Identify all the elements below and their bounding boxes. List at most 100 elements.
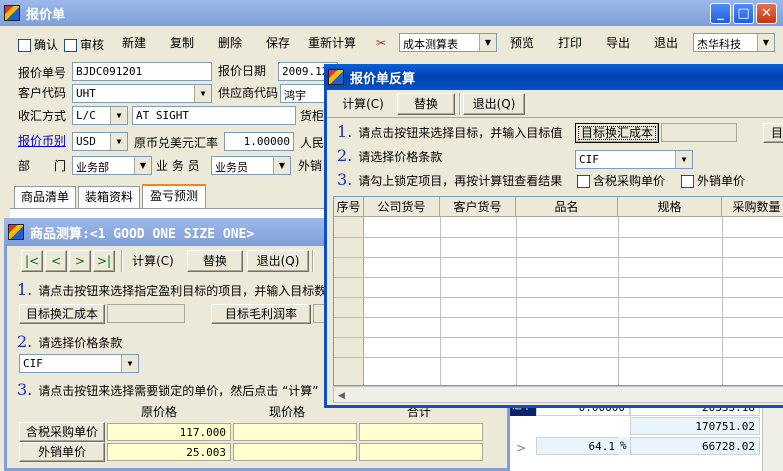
delete-button[interactable]: 删除 [210,32,250,54]
copy-button[interactable]: 复制 [162,32,202,54]
replace-button[interactable]: 替换 [397,93,455,115]
rate-label: 原币兑美元汇率 [134,136,219,150]
recalc-button[interactable]: 重新计算 [304,32,360,54]
preview-button[interactable]: 预览 [502,32,542,54]
target-button[interactable]: 目标 [763,123,783,143]
app-icon [4,5,20,21]
col-header-name[interactable]: 品名 [516,197,618,217]
step-2: 2. 请选择价格条款 [17,332,123,351]
chevron-down-icon: ▼ [121,355,138,372]
payment-terms-field[interactable]: AT SIGHT [132,106,296,125]
grid-line [334,317,783,318]
target-cost-button[interactable]: 目标换汇成本 [19,304,105,324]
last-record-button[interactable]: >| [93,250,115,272]
value-cell: 66728.02 [630,437,760,455]
rmb-label: 人民 [300,136,325,150]
target-cost-field[interactable] [661,123,737,142]
step-3: 3. 请勾上锁定项目，再按计算钮查看结果 [337,170,563,189]
rate-field[interactable]: 1.00000 [224,132,294,151]
scroll-left-icon[interactable]: ◀ [334,391,345,401]
customer-field[interactable]: UHT ▼ [72,84,212,103]
col-current-price: 现价格 [269,405,306,419]
product-title: 商品测算:<1 GOOD ONE SIZE ONE> [30,226,255,242]
col-header-seq[interactable]: 序号 [334,197,364,217]
reverse-titlebar: 报价单反算 [324,64,783,90]
print-button[interactable]: 打印 [550,32,590,54]
chevron-down-icon: ▼ [194,85,211,102]
chevron-down-icon: ▼ [110,133,127,150]
minimize-button[interactable]: _ [710,3,731,24]
col-header-spec[interactable]: 规格 [618,197,722,217]
tab-profit-forecast[interactable]: 盈亏预测 [142,184,206,208]
exit-button[interactable]: 退出 [646,32,686,54]
step-1: 1. 请点击按钮来选择指定盈利目标的项目，并输入目标数值 [17,280,339,299]
payment-method-select[interactable]: L/C ▼ [72,106,128,125]
quote-no-label: 报价单号 [18,66,67,80]
mode-select[interactable]: 成本测算表 ▼ [399,33,497,52]
target-cost-field[interactable] [107,304,185,323]
price-term-select[interactable]: CIF ▼ [575,150,693,169]
customer-label: 客户代码 [18,86,67,100]
vertical-scrollbar[interactable] [762,398,783,471]
export-price-orig: 25.003 [107,443,231,461]
toolbar-separator [121,250,123,272]
grid-line [334,337,783,338]
dept-select[interactable]: 业务部 ▼ [72,156,152,175]
tab-packing[interactable]: 装箱资料 [78,186,140,208]
exit-button[interactable]: 退出(Q) [247,250,309,272]
chevron-down-icon: ▼ [273,157,290,174]
tax-purchase-total [359,423,483,441]
price-term-select[interactable]: CIF ▼ [19,354,139,373]
step-1: 1. 请点击按钮来选择目标，并输入目标值 [337,122,563,141]
grid-line [516,217,517,385]
next-record-button[interactable]: > [69,250,91,272]
maximize-button[interactable]: □ [733,3,754,24]
step-2: 2. 请选择价格条款 [337,146,443,165]
new-button[interactable]: 新建 [114,32,154,54]
prev-record-button[interactable]: < [45,250,67,272]
window-icon [328,69,344,85]
lock-tax-purchase-button[interactable]: 含税采购单价 [19,422,105,442]
company-select[interactable]: 杰华科技 ▼ [693,33,775,52]
col-header-qty[interactable]: 采购数量 [722,197,783,217]
audit-checkbox[interactable]: 审核 [64,36,104,53]
currency-select[interactable]: USD ▼ [72,132,128,151]
replace-button[interactable]: 替换 [187,250,243,272]
lock-export-price-button[interactable]: 外销单价 [19,442,105,462]
sales-select[interactable]: 业务员 ▼ [211,156,291,175]
save-button[interactable]: 保存 [258,32,298,54]
grid-line [334,277,783,278]
grid-line [440,217,441,385]
first-record-button[interactable]: |< [21,250,43,272]
target-margin-button[interactable]: 目标毛利润率 [211,304,311,324]
grid-line [334,357,783,358]
tools-icon[interactable]: ✂ [368,32,394,54]
date-label: 报价日期 [218,64,267,78]
items-grid[interactable]: 序号 公司货号 客户货号 品名 规格 采购数量 [333,196,783,386]
lock-export-price-checkbox[interactable]: 外销单价 [681,172,745,189]
main-titlebar: 报价单 [0,0,783,26]
toolbar-divider [327,117,783,118]
tax-purchase-orig: 117.000 [107,423,231,441]
calculate-button[interactable]: 计算(C) [125,250,181,272]
col-header-company-no[interactable]: 公司货号 [364,197,440,217]
export-price-current[interactable] [233,443,357,461]
calculate-button[interactable]: 计算(C) [335,93,391,115]
payment-label: 收汇方式 [18,109,67,123]
row-indicator-column [334,217,364,385]
cargo-label: 货柜 [300,109,325,123]
grid-line [334,237,783,238]
confirm-checkbox[interactable]: 确认 [18,36,58,53]
tax-purchase-current[interactable] [233,423,357,441]
target-cost-button[interactable]: 目标换汇成本 [575,123,659,143]
quote-no-field[interactable]: BJDC091201 [72,62,212,81]
tab-products[interactable]: 商品清单 [14,186,76,208]
horizontal-scrollbar[interactable]: ◀ [333,386,783,403]
lock-tax-purchase-checkbox[interactable]: 含税采购单价 [577,172,665,189]
col-header-customer-no[interactable]: 客户货号 [440,197,516,217]
currency-link[interactable]: 报价币别 [18,132,66,149]
export-button[interactable]: 导出 [598,32,638,54]
toolbar-separator [312,250,314,272]
exit-button[interactable]: 退出(Q) [463,93,525,115]
close-button[interactable]: ✕ [756,3,777,24]
